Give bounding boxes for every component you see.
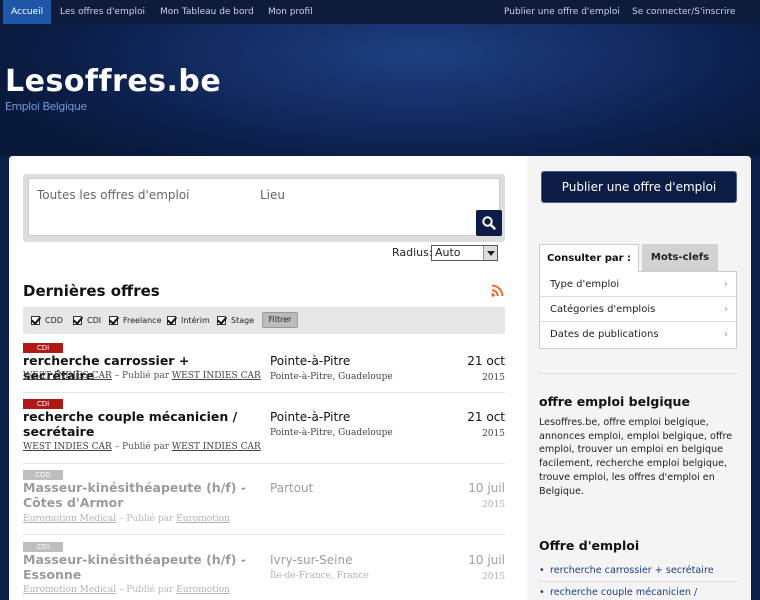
tab-keywords[interactable]: Mots-clefs — [642, 244, 718, 272]
publish-offer-button[interactable]: Publier une offre d'emploi — [541, 171, 737, 203]
site-subtitle: Emploi Belgique — [5, 100, 87, 113]
browse-categories[interactable]: Catégories d'emplois › — [540, 297, 736, 322]
bullet-icon: • — [539, 565, 545, 576]
search-button[interactable] — [476, 210, 502, 236]
site-header: Lesoffres.be Emploi Belgique — [0, 24, 760, 155]
job-location: Partout — [270, 481, 314, 495]
publisher-link[interactable]: WEST INDIES CAR — [172, 442, 261, 452]
main-panel: Toutes les offres d'emploi Lieu Radius: … — [9, 156, 751, 600]
radius-label: Radius: — [392, 246, 433, 259]
recent-offers-title: Offre d'emploi — [539, 538, 640, 553]
job-title[interactable]: Masseur-kinésithéapeute (h/f) - Essonne — [23, 552, 258, 582]
job-title[interactable]: Masseur-kinésithéapeute (h/f) - Côtes d'… — [23, 480, 258, 510]
rss-icon[interactable] — [491, 284, 504, 297]
job-listings-column: Toutes les offres d'emploi Lieu Radius: … — [9, 156, 527, 600]
browse-tabs: Consulter par : Mots-clefs Type d'emploi… — [539, 244, 737, 350]
search-box: Toutes les offres d'emploi Lieu — [28, 178, 502, 236]
divider — [23, 392, 505, 393]
search-form: Toutes les offres d'emploi Lieu — [23, 174, 505, 242]
location-input[interactable]: Lieu — [260, 188, 285, 202]
filter-cdd[interactable]: CDD — [31, 316, 63, 325]
nav-dashboard[interactable]: Mon Tableau de bord — [160, 0, 254, 24]
latest-offers-title: Dernières offres — [23, 282, 160, 300]
about-title: offre emploi belgique — [539, 394, 690, 409]
publisher-link[interactable]: Euromotion — [176, 514, 230, 524]
job-date: 10 juil — [468, 553, 505, 567]
job-type-badge: CDD — [23, 470, 63, 480]
nav-home[interactable]: Accueil — [3, 0, 52, 24]
chevron-down-icon — [483, 246, 497, 260]
job-location: Pointe-à-Pitre — [270, 410, 351, 424]
job-meta: WEST INDIES CAR – Publié par WEST INDIES… — [23, 371, 261, 381]
browse-menu: Type d'emploi › Catégories d'emplois › Dat… — [539, 271, 737, 349]
browse-job-type[interactable]: Type d'emploi › — [540, 272, 736, 297]
job-meta: WEST INDIES CAR – Publié par WEST INDIES… — [23, 442, 261, 452]
bullet-icon: • — [539, 587, 545, 598]
filter-stage[interactable]: Stage — [217, 316, 254, 325]
radius-select[interactable]: Auto — [431, 245, 498, 261]
divider — [539, 373, 737, 374]
nav-profile[interactable]: Mon profil — [268, 0, 313, 24]
job-location: Pointe-à-Pitre — [270, 354, 351, 368]
sidebar: Publier une offre d'emploi Consulter par… — [527, 156, 751, 600]
checkbox-checked-icon — [31, 316, 40, 325]
tab-browse-by[interactable]: Consulter par : — [539, 244, 639, 272]
job-year: 2015 — [482, 373, 505, 383]
job-offer: CDI rercherche carrossier + secrétaire W… — [23, 343, 505, 391]
job-region: Île-de-France, France — [270, 571, 369, 581]
company-link[interactable]: WEST INDIES CAR — [23, 371, 112, 381]
filter-button[interactable]: Filtrer — [262, 312, 298, 328]
job-offer: CDI recherche couple mécanicien / secrét… — [23, 399, 505, 461]
job-date: 10 juil — [468, 481, 505, 495]
top-nav: Accueil Les offres d'emploi Mon Tableau … — [0, 0, 760, 24]
checkbox-checked-icon — [109, 316, 118, 325]
job-type-badge: CDI — [23, 399, 63, 409]
job-date: 21 oct — [467, 410, 505, 424]
checkbox-checked-icon — [217, 316, 226, 325]
job-year: 2015 — [482, 429, 505, 439]
radius-value: Auto — [435, 246, 461, 259]
job-date: 21 oct — [467, 354, 505, 368]
about-text: Lesoffres.be, offre emploi belgique, ann… — [539, 417, 733, 497]
divider — [23, 463, 505, 464]
job-meta: Euromotion Medical – Publié par Euromoti… — [23, 585, 230, 595]
filter-interim[interactable]: Intérim — [167, 316, 210, 325]
filter-freelance[interactable]: Freelance — [109, 316, 162, 325]
recent-offer-link[interactable]: • recherche couple mécanicien / — [539, 587, 737, 598]
job-year: 2015 — [482, 500, 505, 510]
nav-login-register[interactable]: Se connecter/S'inscrire — [632, 0, 736, 24]
search-icon — [482, 216, 496, 230]
job-location: Ivry-sur-Seine — [270, 553, 353, 567]
job-meta: Euromotion Medical – Publié par Euromoti… — [23, 514, 230, 524]
filter-cdi[interactable]: CDI — [73, 316, 101, 325]
company-link[interactable]: Euromotion Medical — [23, 514, 116, 524]
divider — [23, 534, 505, 535]
job-offer: CDD Masseur-kinésithéapeute (h/f) - Côte… — [23, 470, 505, 532]
company-link[interactable]: Euromotion Medical — [23, 585, 116, 595]
recent-offer-link[interactable]: • rercherche carrossier + secrétaire — [539, 565, 737, 576]
nav-offers[interactable]: Les offres d'emploi — [60, 0, 145, 24]
keywords-input[interactable]: Toutes les offres d'emploi — [37, 188, 190, 202]
job-year: 2015 — [482, 572, 505, 582]
browse-dates[interactable]: Dates de publications › — [540, 322, 736, 347]
job-region: Pointe-à-Pitre, Guadeloupe — [270, 372, 393, 382]
company-link[interactable]: WEST INDIES CAR — [23, 442, 112, 452]
job-offer: CDI Masseur-kinésithéapeute (h/f) - Esso… — [23, 542, 505, 600]
job-title[interactable]: recherche couple mécanicien / secrétaire — [23, 409, 258, 439]
publisher-link[interactable]: WEST INDIES CAR — [172, 371, 261, 381]
checkbox-checked-icon — [73, 316, 82, 325]
nav-publish-offer[interactable]: Publier une offre d'emploi — [504, 0, 620, 24]
job-region: Pointe-à-Pitre, Guadeloupe — [270, 428, 393, 438]
chevron-right-icon: › — [724, 329, 728, 340]
job-type-badge: CDI — [23, 542, 63, 552]
job-type-filters: CDD CDI Freelance Intérim Stage Filtrer — [23, 307, 505, 334]
chevron-right-icon: › — [724, 304, 728, 315]
chevron-right-icon: › — [724, 279, 728, 290]
divider — [539, 581, 737, 582]
site-title[interactable]: Lesoffres.be — [5, 64, 221, 99]
checkbox-checked-icon — [167, 316, 176, 325]
job-type-badge: CDI — [23, 343, 63, 353]
publisher-link[interactable]: Euromotion — [176, 585, 230, 595]
